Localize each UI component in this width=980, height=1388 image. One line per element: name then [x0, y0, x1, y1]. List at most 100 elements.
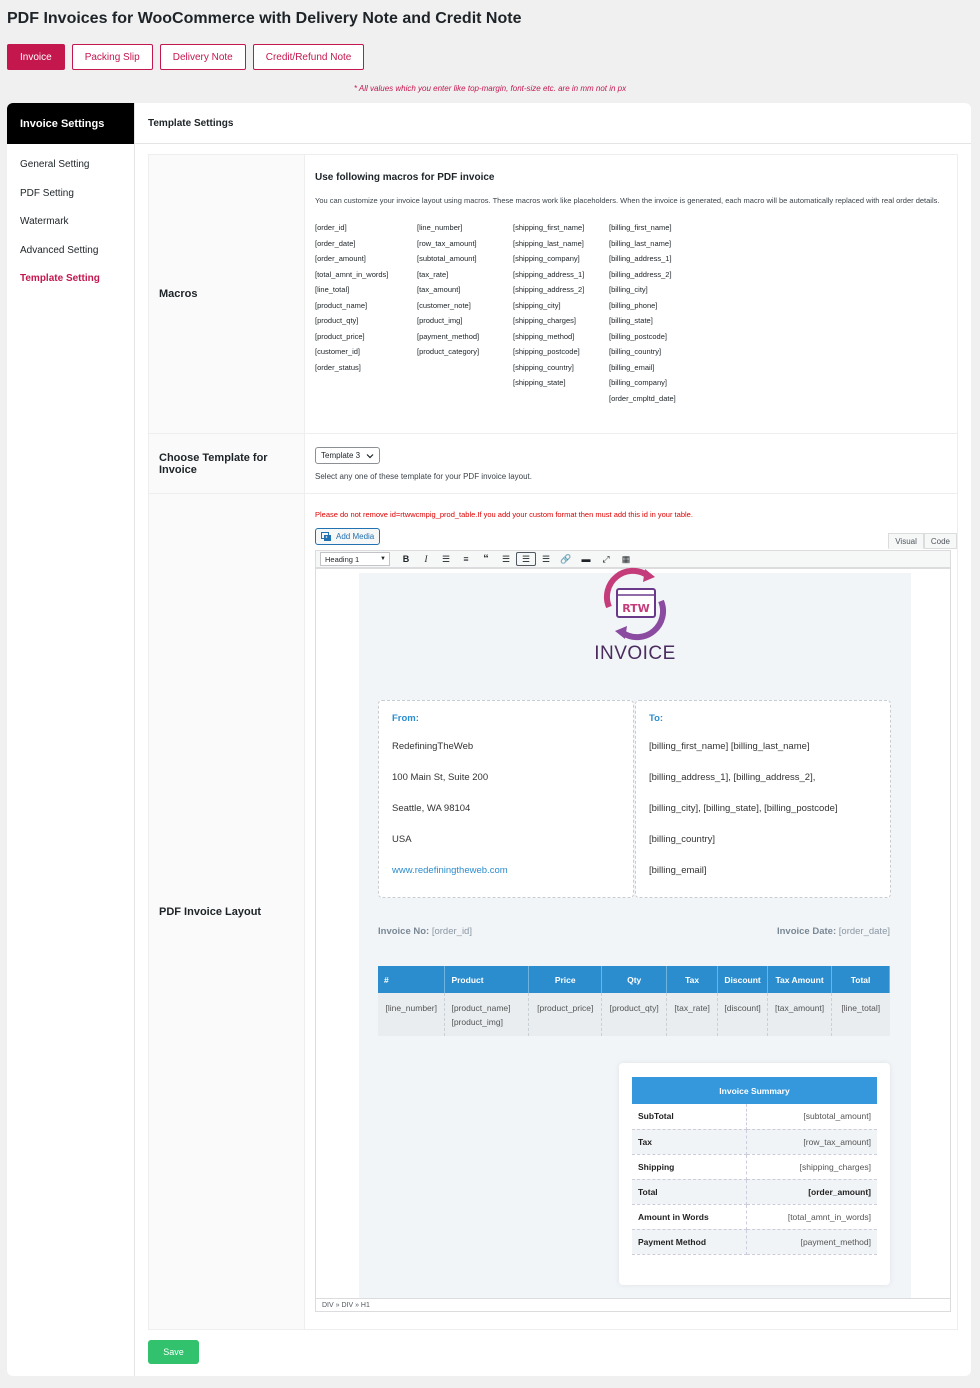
- product-table-header: # Product Price Qty Tax Discount Tax Amo…: [378, 966, 890, 993]
- macro-item: [order_date]: [315, 238, 356, 248]
- to-line: [billing_first_name] [billing_last_name]: [649, 741, 810, 752]
- tab-packing-slip[interactable]: Packing Slip: [71, 44, 153, 70]
- link-icon[interactable]: 🔗: [556, 552, 576, 566]
- table-row: Shipping [shipping_charges]: [632, 1154, 877, 1180]
- to-line: [billing_city], [billing_state], [billin…: [649, 803, 838, 814]
- column-header: Discount: [717, 966, 769, 993]
- align-left-icon[interactable]: ☰: [496, 552, 516, 566]
- macro-item: [billing_email]: [609, 362, 655, 372]
- fullscreen-icon[interactable]: ⤢: [596, 552, 616, 566]
- tab-credit-refund-note[interactable]: Credit/Refund Note: [252, 44, 365, 70]
- save-button[interactable]: Save: [148, 1340, 199, 1364]
- bold-icon[interactable]: B: [396, 552, 416, 566]
- italic-icon[interactable]: I: [416, 552, 436, 566]
- bullet-list-icon[interactable]: ☰: [436, 552, 456, 566]
- format-select[interactable]: Heading 1 ▼: [320, 552, 390, 566]
- template-label: Choose Template for Invoice: [149, 434, 305, 493]
- summary-value: [row_tax_amount]: [746, 1129, 877, 1155]
- macro-item: [shipping_address_1]: [513, 269, 585, 279]
- macro-item: [billing_first_name]: [609, 223, 672, 232]
- summary-value: [total_amnt_in_words]: [746, 1204, 877, 1230]
- macro-column-order: [order_id] [order_date] [order_amount] […: [315, 223, 417, 409]
- column-header: #: [378, 966, 446, 993]
- media-icon: [321, 531, 331, 541]
- invoice-title: INVOICE: [594, 643, 676, 664]
- macro-column-billing: [billing_first_name] [billing_last_name]…: [609, 223, 709, 409]
- invoice-number-value: [order_id]: [431, 926, 472, 937]
- from-line: 100 Main St, Suite 200: [392, 772, 489, 783]
- sidebar-heading: Invoice Settings: [7, 103, 134, 144]
- macros-description: You can customize your invoice layout us…: [315, 196, 940, 205]
- from-line: USA: [392, 834, 412, 845]
- format-select-value: Heading 1: [325, 554, 360, 564]
- table-row: Payment Method [payment_method]: [632, 1229, 877, 1255]
- from-line: RedefiningTheWeb: [392, 741, 474, 752]
- invoice-number: Invoice No: [order_id]: [378, 926, 472, 937]
- blockquote-icon[interactable]: “: [476, 552, 496, 566]
- macro-item: [shipping_country]: [513, 362, 574, 372]
- cell-price: [product_price]: [528, 993, 603, 1036]
- sidebar-item-pdf-setting[interactable]: PDF Setting: [20, 188, 74, 199]
- toolbar-toggle-icon[interactable]: ▦: [616, 552, 636, 566]
- sidebar-item-general-setting[interactable]: General Setting: [20, 159, 90, 170]
- column-header: Price: [528, 966, 603, 993]
- tab-delivery-note[interactable]: Delivery Note: [159, 44, 246, 70]
- column-header: Qty: [601, 966, 668, 993]
- macro-item: [payment_method]: [417, 331, 480, 341]
- to-line: [billing_email]: [649, 865, 707, 876]
- invoice-summary: Invoice Summary SubTotal [subtotal_amount…: [619, 1063, 890, 1285]
- macro-item: [billing_postcode]: [609, 331, 667, 341]
- sidebar-item-advanced-setting[interactable]: Advanced Setting: [20, 245, 98, 256]
- macros-list: [order_id] [order_date] [order_amount] […: [315, 223, 957, 409]
- read-more-icon[interactable]: ▬: [576, 552, 596, 566]
- tab-invoice[interactable]: Invoice: [7, 44, 65, 70]
- macro-item: [order_status]: [315, 362, 361, 372]
- macro-item: [tax_rate]: [417, 269, 449, 279]
- invoice-date: Invoice Date: [order_date]: [777, 926, 890, 937]
- chevron-down-icon: [366, 453, 374, 458]
- settings-form: Macros Use following macros for PDF invo…: [148, 154, 958, 1330]
- macro-item: [customer_id]: [315, 347, 361, 356]
- summary-value: [shipping_charges]: [746, 1154, 877, 1180]
- editor-statusbar: DIV » DIV » H1: [316, 1298, 950, 1311]
- invoice-number-label: Invoice No:: [378, 926, 430, 937]
- macros-title: Use following macros for PDF invoice: [315, 172, 495, 183]
- align-center-icon[interactable]: ☰: [516, 552, 536, 566]
- macro-item: [row_tax_amount]: [417, 238, 477, 248]
- summary-heading: Invoice Summary: [632, 1077, 877, 1104]
- align-right-icon[interactable]: ☰: [536, 552, 556, 566]
- table-row: Tax [row_tax_amount]: [632, 1129, 877, 1155]
- macro-item: [shipping_last_name]: [513, 238, 584, 248]
- macro-item: [order_id]: [315, 223, 347, 232]
- sidebar-item-template-setting[interactable]: Template Setting: [20, 273, 100, 284]
- visual-editor[interactable]: RTW INVOICE From: RedefiningTheWeb 100 M…: [315, 567, 951, 1312]
- summary-label: Payment Method: [632, 1229, 747, 1255]
- macro-item: [order_amount]: [315, 254, 366, 263]
- macro-item: [shipping_method]: [513, 331, 575, 341]
- add-media-button[interactable]: Add Media: [315, 528, 381, 545]
- macro-item: [billing_city]: [609, 285, 648, 294]
- from-address: From: RedefiningTheWeb 100 Main St, Suit…: [378, 700, 634, 898]
- macros-label: Macros: [149, 155, 305, 433]
- layout-row: PDF Invoice Layout Please do not remove …: [149, 494, 957, 1329]
- cell-total: [line_total]: [831, 993, 890, 1036]
- template-select-value: Template 3: [321, 451, 361, 460]
- settings-panel: Invoice Settings General Setting PDF Set…: [7, 103, 971, 1376]
- macro-item: [product_qty]: [315, 316, 359, 325]
- cell-discount: [discount]: [717, 993, 769, 1036]
- sidebar-item-watermark[interactable]: Watermark: [20, 216, 69, 227]
- macro-item: [order_cmpltd_date]: [609, 393, 676, 403]
- macro-item: [product_category]: [417, 347, 480, 356]
- tab-visual[interactable]: Visual: [888, 533, 924, 549]
- column-header: Tax Amount: [767, 966, 833, 993]
- cell-tax: [tax_rate]: [666, 993, 719, 1036]
- summary-label: SubTotal: [632, 1104, 747, 1130]
- invoice-date-label: Invoice Date:: [776, 926, 837, 937]
- numbered-list-icon[interactable]: ≡: [456, 552, 476, 566]
- company-website-link[interactable]: www.redefiningtheweb.com: [392, 865, 508, 876]
- from-line: Seattle, WA 98104: [392, 803, 471, 814]
- macro-item: [billing_address_2]: [609, 269, 672, 279]
- template-select[interactable]: Template 3: [315, 447, 381, 464]
- add-media-label: Add Media: [336, 532, 375, 541]
- tab-code[interactable]: Code: [923, 533, 957, 549]
